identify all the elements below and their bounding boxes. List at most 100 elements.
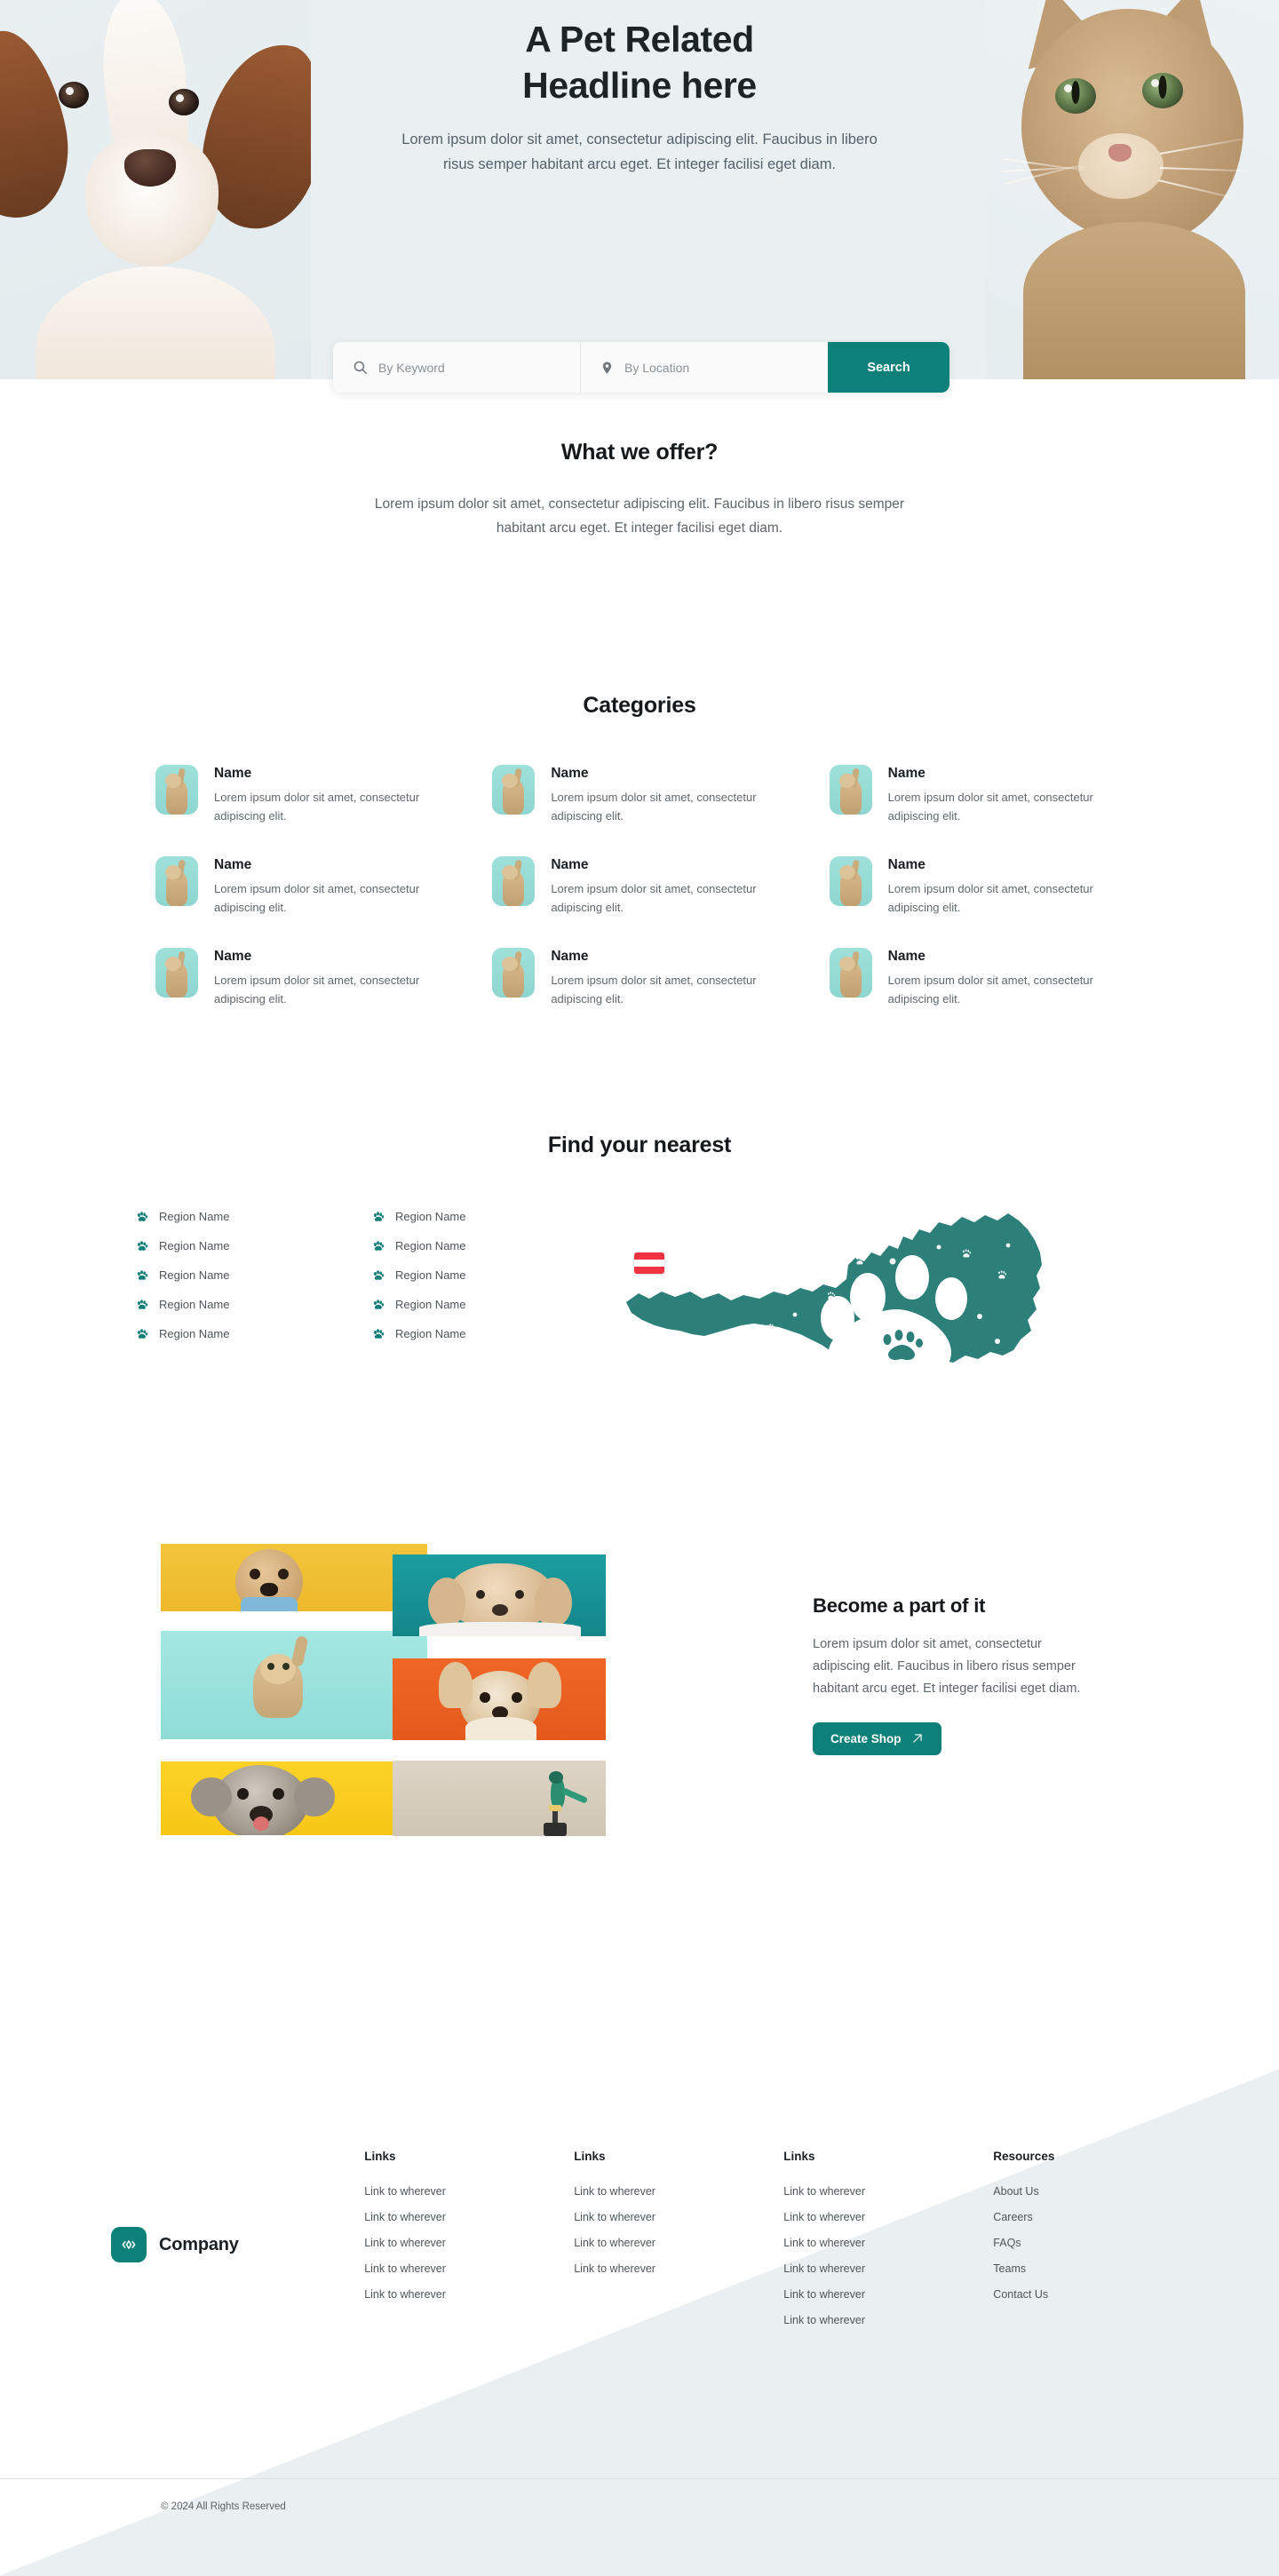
- footer-column-resources: Resources About Us Careers FAQs Teams Co…: [993, 2150, 1168, 2340]
- footer-link[interactable]: Link to wherever: [574, 2185, 783, 2198]
- footer-link[interactable]: Link to wherever: [574, 2237, 783, 2249]
- category-card[interactable]: Name Lorem ipsum dolor sit amet, consect…: [829, 765, 1124, 825]
- category-thumbnail: [829, 765, 872, 815]
- search-button[interactable]: Search: [828, 342, 949, 393]
- paw-icon: [137, 1269, 148, 1280]
- find-nearest-title: Find your nearest: [547, 1133, 732, 1157]
- footer-link[interactable]: Link to wherever: [783, 2262, 993, 2275]
- region-item[interactable]: Region Name: [372, 1327, 608, 1340]
- become-part-section: Become a part of it Lorem ipsum dolor si…: [813, 1594, 1097, 1755]
- footer-link-careers[interactable]: Careers: [993, 2211, 1168, 2223]
- category-desc: Lorem ipsum dolor sit amet, consectetur …: [887, 882, 1093, 915]
- hero-title-line-2: Headline here: [522, 65, 757, 107]
- become-body: Lorem ipsum dolor sit amet, consectetur …: [813, 1637, 1081, 1696]
- footer-link[interactable]: Link to wherever: [574, 2211, 783, 2223]
- region-item[interactable]: Region Name: [372, 1239, 608, 1252]
- category-desc: Lorem ipsum dolor sit amet, consectetur …: [887, 974, 1093, 1006]
- region-label: Region Name: [395, 1210, 466, 1223]
- region-label: Region Name: [159, 1327, 230, 1340]
- region-item[interactable]: Region Name: [372, 1298, 608, 1311]
- gallery-image[interactable]: [393, 1554, 606, 1636]
- offer-section: What we offer? Lorem ipsum dolor sit ame…: [0, 440, 1279, 540]
- footer-link[interactable]: Link to wherever: [783, 2288, 993, 2301]
- footer-link[interactable]: Link to wherever: [783, 2314, 993, 2326]
- category-card[interactable]: Name Lorem ipsum dolor sit amet, consect…: [155, 856, 449, 917]
- categories-section: Categories Name Lorem ipsum dolor sit am…: [0, 693, 1279, 1008]
- company-logo: [111, 2227, 147, 2262]
- create-shop-label: Create Shop: [830, 1731, 902, 1745]
- offer-body: Lorem ipsum dolor sit amet, consectetur …: [374, 497, 905, 537]
- category-card[interactable]: Name Lorem ipsum dolor sit amet, consect…: [829, 948, 1124, 1008]
- category-name: Name: [214, 949, 252, 965]
- paw-icon: [373, 1240, 385, 1251]
- gallery-image[interactable]: [161, 1631, 427, 1739]
- create-shop-button[interactable]: Create Shop: [813, 1721, 941, 1755]
- brand-name: Company: [159, 2234, 239, 2254]
- footer-link[interactable]: Link to wherever: [783, 2237, 993, 2249]
- footer-link[interactable]: Link to wherever: [783, 2185, 993, 2198]
- footer-link-contact-us[interactable]: Contact Us: [993, 2288, 1168, 2301]
- become-title: Become a part of it: [813, 1594, 986, 1617]
- gallery-image[interactable]: [393, 1658, 606, 1740]
- category-name: Name: [887, 766, 925, 781]
- category-desc: Lorem ipsum dolor sit amet, consectetur …: [551, 882, 757, 915]
- categories-title: Categories: [583, 693, 696, 718]
- footer-link[interactable]: Link to wherever: [574, 2262, 783, 2275]
- footer-column-heading: Resources: [993, 2150, 1055, 2163]
- keyword-field-wrapper: [333, 342, 580, 393]
- gallery-image[interactable]: [161, 1761, 427, 1835]
- region-item[interactable]: Region Name: [136, 1298, 372, 1311]
- gallery-column-right: [393, 1554, 606, 1836]
- footer-link[interactable]: Link to wherever: [364, 2237, 574, 2249]
- region-item[interactable]: Region Name: [136, 1210, 372, 1223]
- paw-icon: [137, 1211, 148, 1221]
- category-thumbnail: [492, 856, 536, 907]
- footer-column-heading: Links: [783, 2150, 815, 2163]
- footer-link[interactable]: Link to wherever: [364, 2288, 574, 2301]
- gallery-image[interactable]: [393, 1761, 606, 1836]
- categories-grid: Name Lorem ipsum dolor sit amet, consect…: [155, 765, 1124, 1008]
- footer-link-teams[interactable]: Teams: [993, 2262, 1168, 2275]
- category-card[interactable]: Name Lorem ipsum dolor sit amet, consect…: [155, 948, 449, 1008]
- region-item[interactable]: Region Name: [372, 1268, 608, 1282]
- hero-text-block: A Pet Related Headline here Lorem ipsum …: [391, 16, 888, 178]
- category-name: Name: [214, 766, 252, 781]
- category-card[interactable]: Name Lorem ipsum dolor sit amet, consect…: [492, 948, 786, 1008]
- category-card[interactable]: Name Lorem ipsum dolor sit amet, consect…: [829, 856, 1124, 917]
- region-item[interactable]: Region Name: [136, 1268, 372, 1282]
- category-desc: Lorem ipsum dolor sit amet, consectetur …: [214, 974, 420, 1006]
- footer-column-links-3: Links Link to wherever Link to wherever …: [783, 2150, 993, 2340]
- footer-link-faqs[interactable]: FAQs: [993, 2237, 1168, 2249]
- region-item[interactable]: Region Name: [136, 1327, 372, 1340]
- region-item[interactable]: Region Name: [372, 1210, 608, 1223]
- footer-link-about-us[interactable]: About Us: [993, 2185, 1168, 2198]
- location-input[interactable]: [624, 360, 808, 375]
- search-input[interactable]: [378, 360, 560, 375]
- region-item[interactable]: Region Name: [136, 1239, 372, 1252]
- category-name: Name: [551, 949, 589, 965]
- footer-link[interactable]: Link to wherever: [364, 2211, 574, 2223]
- footer-link[interactable]: Link to wherever: [364, 2262, 574, 2275]
- paw-icon: [137, 1299, 148, 1309]
- category-desc: Lorem ipsum dolor sit amet, consectetur …: [214, 882, 420, 915]
- copyright-text: © 2024 All Rights Reserved: [161, 2501, 286, 2512]
- footer-divider: [0, 2478, 1279, 2479]
- category-card[interactable]: Name Lorem ipsum dolor sit amet, consect…: [492, 856, 786, 917]
- category-card[interactable]: Name Lorem ipsum dolor sit amet, consect…: [155, 765, 449, 825]
- paw-icon: [373, 1328, 385, 1339]
- category-thumbnail: [155, 948, 198, 998]
- paw-icon: [373, 1269, 385, 1280]
- hero-dog-image: [0, 0, 311, 379]
- footer-link[interactable]: Link to wherever: [364, 2185, 574, 2198]
- region-label: Region Name: [159, 1298, 230, 1311]
- footer-brand[interactable]: Company: [111, 2150, 364, 2340]
- hero-title-line-1: A Pet Related: [525, 19, 754, 60]
- category-thumbnail: [829, 856, 872, 907]
- gallery-image[interactable]: [161, 1544, 427, 1611]
- category-desc: Lorem ipsum dolor sit amet, consectetur …: [551, 791, 757, 823]
- category-name: Name: [887, 949, 925, 965]
- footer-link[interactable]: Link to wherever: [783, 2211, 993, 2223]
- region-label: Region Name: [395, 1239, 466, 1252]
- category-card[interactable]: Name Lorem ipsum dolor sit amet, consect…: [492, 765, 786, 825]
- category-name: Name: [551, 766, 589, 781]
